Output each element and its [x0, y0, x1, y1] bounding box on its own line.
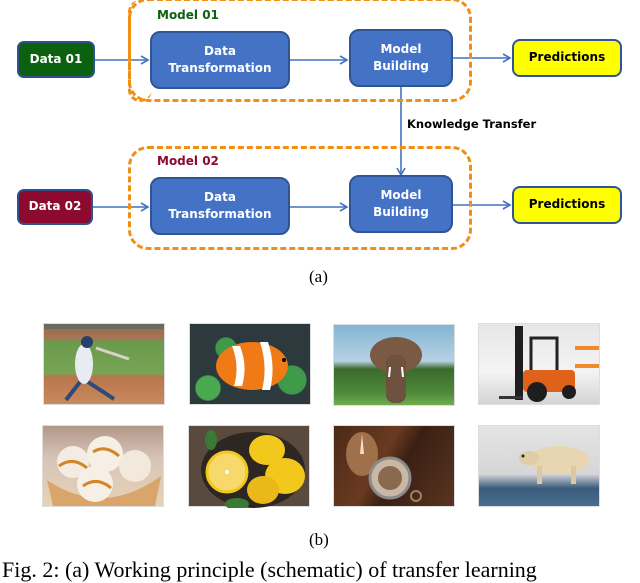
compass-photo — [333, 425, 455, 507]
elephant-figure — [370, 337, 422, 403]
subcaption-a: (a) — [309, 267, 328, 286]
knowledge-transfer-label: Knowledge Transfer — [407, 117, 537, 131]
forklift-figure — [499, 326, 599, 402]
polarbear-figure — [519, 446, 589, 484]
batter-figure — [64, 336, 130, 402]
polarbear-photo — [478, 425, 600, 507]
data-transformation-box-2: Data Transformation — [150, 177, 290, 235]
lemons-figure — [201, 430, 305, 508]
transform-label-line1: Data — [204, 189, 236, 204]
building-label-line1: Model — [380, 187, 422, 202]
transform-label-line2: Transformation — [168, 207, 272, 221]
predictions-label-2: Predictions — [528, 197, 606, 212]
model-01-label: Model 01 — [157, 8, 219, 22]
building-label-line1: Model — [380, 41, 422, 56]
data-transformation-box-1: Data Transformation — [150, 31, 290, 89]
clownfish-photo — [189, 323, 311, 405]
transform-label-line2: Transformation — [168, 61, 272, 75]
forklift-photo — [478, 323, 600, 405]
elephant-photo — [333, 324, 455, 406]
data-01-box: Data 01 — [17, 41, 95, 78]
transform-label-line1: Data — [204, 43, 236, 58]
lemons-photo — [188, 425, 310, 508]
compass-figure — [346, 432, 422, 502]
baseball-photo — [43, 323, 165, 405]
predictions-box-1: Predictions — [512, 39, 622, 77]
model-02-label: Model 02 — [157, 154, 219, 168]
icecream-photo — [42, 425, 164, 507]
clownfish-figure — [216, 342, 288, 390]
icecream-figure — [47, 436, 161, 506]
predictions-label-1: Predictions — [528, 50, 606, 65]
data-02-box: Data 02 — [17, 189, 93, 225]
model-building-box-2: Model Building — [349, 175, 453, 233]
predictions-box-2: Predictions — [512, 186, 622, 224]
model-building-box-1: Model Building — [349, 29, 453, 87]
data-01-label: Data 01 — [29, 51, 83, 66]
data-02-label: Data 02 — [28, 199, 82, 214]
subcaption-b: (b) — [309, 530, 329, 549]
figure-caption: Fig. 2: (a) Working principle (schematic… — [2, 557, 537, 582]
building-label-line2: Building — [373, 59, 429, 73]
building-label-line2: Building — [373, 205, 429, 219]
